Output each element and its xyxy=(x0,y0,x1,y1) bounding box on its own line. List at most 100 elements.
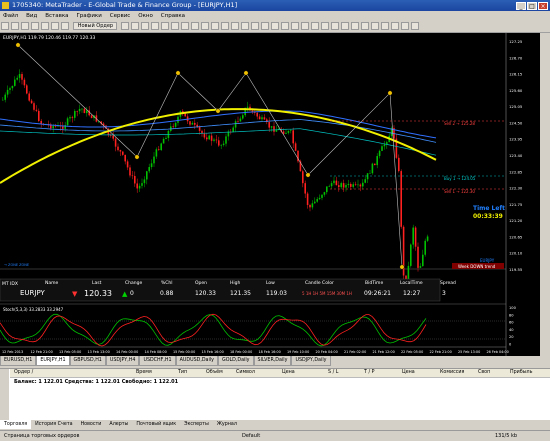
m15-period-button[interactable] xyxy=(350,22,359,30)
horizontal-line-icon[interactable] xyxy=(260,22,269,30)
candle-body xyxy=(78,108,81,112)
zoom-in-icon[interactable] xyxy=(160,22,169,30)
tab-alerts[interactable]: Алерты xyxy=(105,420,132,429)
label-tool-icon[interactable] xyxy=(310,22,319,30)
stoch-axis-label: 40 xyxy=(509,328,514,332)
price-chart[interactable]: EURJPY,H1 119.79 120.46 119.77 120.33 Se… xyxy=(0,33,540,356)
price-axis-label: 120.10 xyxy=(509,251,523,256)
col-symbol[interactable]: Символ xyxy=(236,369,255,377)
menu-tools[interactable]: Сервис xyxy=(107,13,134,19)
candle-body xyxy=(208,135,210,140)
tab-experts[interactable]: Эксперты xyxy=(180,420,213,429)
terminal-side-handle[interactable] xyxy=(0,369,9,421)
tab-usdjpy-daily[interactable]: USDJPY,Daily xyxy=(291,356,331,366)
col-profit[interactable]: Прибыль xyxy=(510,369,532,377)
channel-icon[interactable] xyxy=(280,22,289,30)
col-price2[interactable]: Цена xyxy=(402,369,415,377)
terminal-panel: Ордер / Время Тип Объём Символ Цена S / … xyxy=(0,368,550,421)
terminal-columns: Ордер / Время Тип Объём Символ Цена S / … xyxy=(10,369,550,378)
indicators-icon[interactable] xyxy=(210,22,219,30)
minimize-button[interactable]: _ xyxy=(516,2,526,10)
col-sl[interactable]: S / L xyxy=(328,369,338,377)
candle-body xyxy=(28,93,30,101)
candle-body xyxy=(294,143,297,151)
bar-chart-icon[interactable] xyxy=(130,22,139,30)
h4-period-button[interactable] xyxy=(380,22,389,30)
col-swap[interactable]: Своп xyxy=(478,369,490,377)
m5-period-button[interactable] xyxy=(340,22,349,30)
tab-silver-daily[interactable]: SILVER,Daily xyxy=(253,356,292,366)
templates-icon[interactable] xyxy=(230,22,239,30)
h1-period-button[interactable] xyxy=(370,22,379,30)
quote-h-candle: Candle Color xyxy=(305,280,334,286)
price-axis-label: 123.40 xyxy=(509,153,523,158)
level-sell-1: Sell 1 → 122.30 xyxy=(444,189,475,194)
col-tp[interactable]: T / P xyxy=(364,369,375,377)
quote-up-arrow: ▲ xyxy=(122,290,128,298)
tab-mailbox[interactable]: Почтовый ящик xyxy=(132,420,180,429)
tab-usdjpy-h4[interactable]: USDJPY,H4 xyxy=(105,356,140,366)
candle-body xyxy=(426,236,429,241)
m30-period-button[interactable] xyxy=(360,22,369,30)
d1-period-button[interactable] xyxy=(390,22,399,30)
col-type[interactable]: Тип xyxy=(178,369,187,377)
close-button[interactable]: × xyxy=(538,2,548,10)
tab-eurjpy-h1[interactable]: EURJPY,H1 xyxy=(36,356,70,366)
expert-advisors-icon[interactable] xyxy=(120,22,129,30)
menu-window[interactable]: Окно xyxy=(135,13,156,19)
col-commission[interactable]: Комиссия xyxy=(440,369,464,377)
new-order-button[interactable]: Новый Ордер xyxy=(72,22,117,30)
m1-period-button[interactable] xyxy=(330,22,339,30)
maximize-button[interactable]: □ xyxy=(527,2,537,10)
tile-windows-icon[interactable] xyxy=(180,22,189,30)
mn-period-button[interactable] xyxy=(410,22,419,30)
candle-body xyxy=(417,246,419,268)
tab-news[interactable]: Новости xyxy=(77,420,106,429)
vertical-scrollbar[interactable] xyxy=(540,33,550,356)
candle-body xyxy=(54,126,57,127)
tab-gold-daily[interactable]: GOLD,Daily xyxy=(218,356,254,366)
tab-usdchf-h1[interactable]: USDCHF,H1 xyxy=(139,356,176,366)
menu-help[interactable]: Справка xyxy=(158,13,188,19)
candle-body xyxy=(422,254,424,267)
col-volume[interactable]: Объём xyxy=(206,369,223,377)
candlestick-icon[interactable] xyxy=(140,22,149,30)
autoscroll-icon[interactable] xyxy=(190,22,199,30)
profiles-icon[interactable] xyxy=(11,22,19,30)
menu-charts[interactable]: Графики xyxy=(73,13,104,19)
text-tool-icon[interactable] xyxy=(300,22,309,30)
vertical-line-icon[interactable] xyxy=(250,22,259,30)
col-order[interactable]: Ордер / xyxy=(14,369,33,377)
arrows-icon[interactable] xyxy=(320,22,329,30)
tab-eurusd-h1[interactable]: EURUSD,H1 xyxy=(0,356,37,366)
w1-period-button[interactable] xyxy=(400,22,409,30)
crosshair-icon[interactable] xyxy=(240,22,249,30)
tab-account-history[interactable]: История Счета xyxy=(31,420,76,429)
trendline-icon[interactable] xyxy=(270,22,279,30)
periods-icon[interactable] xyxy=(220,22,229,30)
candle-body xyxy=(270,126,273,128)
col-price[interactable]: Цена xyxy=(282,369,295,377)
tab-journal[interactable]: Журнал xyxy=(213,420,241,429)
window-title: 1705340: MetaTrader - E-Global Trade & F… xyxy=(12,1,238,9)
new-chart-icon[interactable] xyxy=(1,22,9,30)
menu-view[interactable]: Вид xyxy=(23,13,40,19)
chart-window[interactable]: EURJPY,H1 119.79 120.46 119.77 120.33 Se… xyxy=(0,33,540,356)
chart-shift-icon[interactable] xyxy=(200,22,209,30)
tab-audusd-daily[interactable]: AUDUSD,Daily xyxy=(175,356,218,366)
tab-gbpusd-h1[interactable]: GBPUSD,H1 xyxy=(69,356,106,366)
menu-insert[interactable]: Вставка xyxy=(42,13,71,19)
navigator-icon[interactable] xyxy=(41,22,49,30)
market-watch-icon[interactable] xyxy=(21,22,29,30)
data-window-icon[interactable] xyxy=(31,22,39,30)
col-time[interactable]: Время xyxy=(136,369,152,377)
strategy-tester-icon[interactable] xyxy=(61,22,69,30)
terminal-icon[interactable] xyxy=(51,22,59,30)
candle-body xyxy=(287,130,290,133)
fibonacci-icon[interactable] xyxy=(290,22,299,30)
zoom-out-icon[interactable] xyxy=(170,22,179,30)
time-axis-label: 14 Feb 00:00 xyxy=(116,350,138,354)
menu-file[interactable]: Файл xyxy=(0,13,21,19)
tab-trade[interactable]: Торговля xyxy=(0,420,32,429)
line-chart-icon[interactable] xyxy=(150,22,159,30)
